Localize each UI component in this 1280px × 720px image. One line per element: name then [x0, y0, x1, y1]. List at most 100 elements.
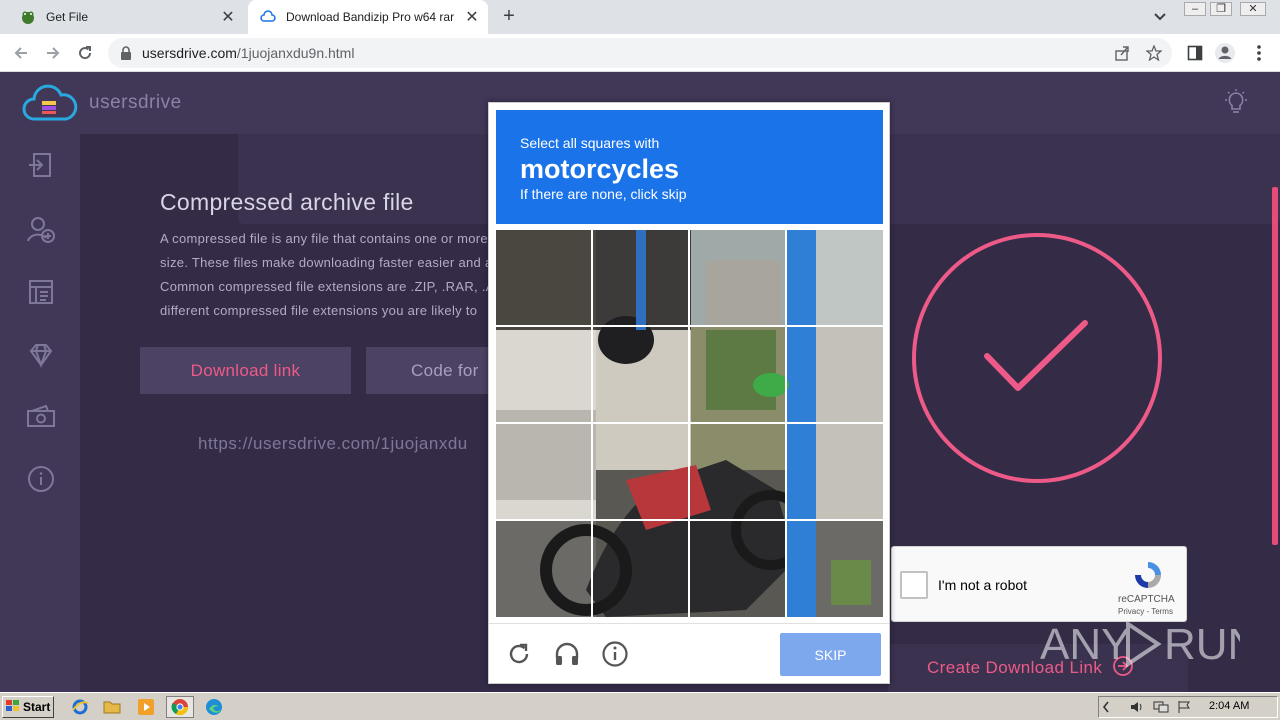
money-icon[interactable]	[26, 402, 56, 432]
captcha-challenge-dialog: Select all squares with motorcycles If t…	[488, 102, 890, 684]
login-icon[interactable]	[26, 150, 56, 180]
edge-icon[interactable]	[200, 696, 228, 718]
reload-icon[interactable]	[74, 42, 96, 64]
captcha-image-grid	[496, 230, 883, 617]
headphones-icon[interactable]	[553, 640, 581, 668]
skip-button[interactable]: SKIP	[780, 633, 881, 676]
lightbulb-icon[interactable]	[1222, 88, 1250, 121]
captcha-hint-text: If there are none, click skip	[520, 186, 687, 202]
captcha-tile[interactable]	[690, 521, 787, 617]
recaptcha-anchor: I'm not a robot reCAPTCHA Privacy - Term…	[891, 546, 1187, 622]
chevron-down-icon[interactable]	[1150, 8, 1170, 26]
captcha-target-text: motorcycles	[520, 154, 680, 184]
add-user-icon[interactable]	[26, 214, 56, 244]
tab-strip: Get File ✕ Download Bandizip Pro w64 rar…	[0, 0, 1280, 34]
captcha-instruction-text: Select all squares with	[520, 135, 660, 151]
lock-icon[interactable]	[120, 46, 132, 65]
cloud-logo-icon[interactable]	[22, 83, 78, 128]
captcha-tile[interactable]	[690, 327, 787, 424]
tab-download-bandizip[interactable]: Download Bandizip Pro w64 rar ✕	[248, 0, 488, 34]
side-panel-icon[interactable]	[1184, 42, 1206, 64]
svg-text:ANY: ANY	[1040, 620, 1130, 669]
captcha-tile[interactable]	[593, 424, 690, 521]
description-line: Common compressed file extensions are .Z…	[160, 279, 490, 294]
kebab-menu-icon[interactable]	[1248, 42, 1270, 64]
windows-logo-icon	[6, 699, 20, 715]
download-link-button[interactable]: Download link	[140, 347, 351, 394]
close-icon[interactable]: ✕	[218, 7, 238, 27]
captcha-tile[interactable]	[593, 230, 690, 327]
info-icon[interactable]	[601, 640, 629, 668]
svg-text:RUN: RUN	[1164, 620, 1240, 669]
captcha-tile[interactable]	[593, 521, 690, 617]
captcha-footer: SKIP	[489, 623, 889, 683]
chevron-left-icon[interactable]	[1101, 700, 1111, 719]
tab-title: Get File	[46, 10, 89, 24]
media-player-icon[interactable]	[132, 696, 160, 718]
file-description: A compressed file is any file that conta…	[160, 227, 490, 323]
close-window-button[interactable]: ✕	[1240, 2, 1266, 16]
recaptcha-checkbox[interactable]	[900, 571, 928, 599]
code-for-button[interactable]: Code for	[366, 347, 506, 394]
captcha-tile[interactable]	[496, 327, 593, 424]
captcha-tile[interactable]	[496, 424, 593, 521]
brand-name[interactable]: usersdrive	[89, 92, 182, 114]
tab-title: Download Bandizip Pro w64 rar	[286, 10, 455, 24]
recaptcha-logo-icon	[1132, 559, 1164, 596]
recaptcha-terms-link[interactable]: Privacy - Terms	[1118, 607, 1173, 616]
description-line: different compressed file extensions you…	[160, 303, 478, 318]
page-scrollbar[interactable]	[1272, 187, 1278, 545]
share-url-text[interactable]: https://usersdrive.com/1juojanxdu	[198, 434, 468, 454]
share-icon[interactable]	[1114, 45, 1130, 61]
captcha-instructions: Select all squares with motorcycles If t…	[496, 110, 883, 224]
url-path: /1juojanxdu9n.html	[236, 45, 355, 61]
description-line: size. These files make downloading faste…	[160, 255, 490, 270]
windows-taskbar: Start 2:04 AM	[0, 692, 1280, 720]
section-title: Compressed archive file	[160, 189, 414, 215]
network-icon[interactable]	[1153, 700, 1169, 719]
new-tab-button[interactable]: +	[498, 5, 520, 27]
reload-icon[interactable]	[505, 640, 533, 668]
captcha-tile[interactable]	[593, 327, 690, 424]
frog-icon	[20, 9, 36, 25]
url-host: usersdrive.com	[142, 45, 237, 61]
recaptcha-label: I'm not a robot	[938, 577, 1028, 593]
url-text: usersdrive.com/1juojanxdu9n.html	[142, 45, 354, 61]
captcha-tile[interactable]	[787, 521, 883, 617]
back-arrow-icon[interactable]	[10, 42, 32, 64]
info-icon[interactable]	[26, 464, 56, 494]
profile-avatar-icon[interactable]	[1214, 42, 1236, 64]
captcha-tile[interactable]	[787, 327, 883, 424]
site-sidebar	[0, 134, 80, 692]
address-bar[interactable]: usersdrive.com/1juojanxdu9n.html	[108, 38, 1172, 68]
ie-icon[interactable]	[66, 696, 94, 718]
chrome-icon[interactable]	[166, 696, 194, 718]
volume-icon[interactable]	[1129, 700, 1145, 719]
screen: Get File ✕ Download Bandizip Pro w64 rar…	[0, 0, 1280, 720]
invoice-icon[interactable]	[26, 277, 56, 307]
captcha-tile[interactable]	[496, 230, 593, 327]
captcha-tile[interactable]	[690, 230, 787, 327]
minimize-button[interactable]: –	[1184, 2, 1206, 16]
flag-icon[interactable]	[1177, 700, 1191, 719]
browser-toolbar: usersdrive.com/1juojanxdu9n.html	[0, 34, 1280, 72]
captcha-tile[interactable]	[787, 424, 883, 521]
forward-arrow-icon[interactable]	[42, 42, 64, 64]
checkmark-circle-icon	[910, 232, 1164, 491]
start-button[interactable]: Start	[2, 696, 54, 718]
description-line: A compressed file is any file that conta…	[160, 231, 488, 246]
clock: 2:04 AM	[1209, 700, 1250, 712]
captcha-tile[interactable]	[787, 230, 883, 327]
close-icon[interactable]: ✕	[462, 7, 482, 27]
restore-button[interactable]: ❐	[1210, 2, 1232, 16]
tab-get-file[interactable]: Get File ✕	[8, 0, 244, 34]
recaptcha-brand: reCAPTCHA	[1118, 594, 1175, 605]
captcha-tile[interactable]	[496, 521, 593, 617]
cloud-icon	[260, 9, 276, 25]
diamond-icon[interactable]	[26, 340, 56, 370]
folder-icon[interactable]	[98, 696, 126, 718]
start-label: Start	[23, 700, 51, 714]
system-tray: 2:04 AM	[1098, 696, 1278, 718]
captcha-tile[interactable]	[690, 424, 787, 521]
star-icon[interactable]	[1145, 44, 1163, 62]
